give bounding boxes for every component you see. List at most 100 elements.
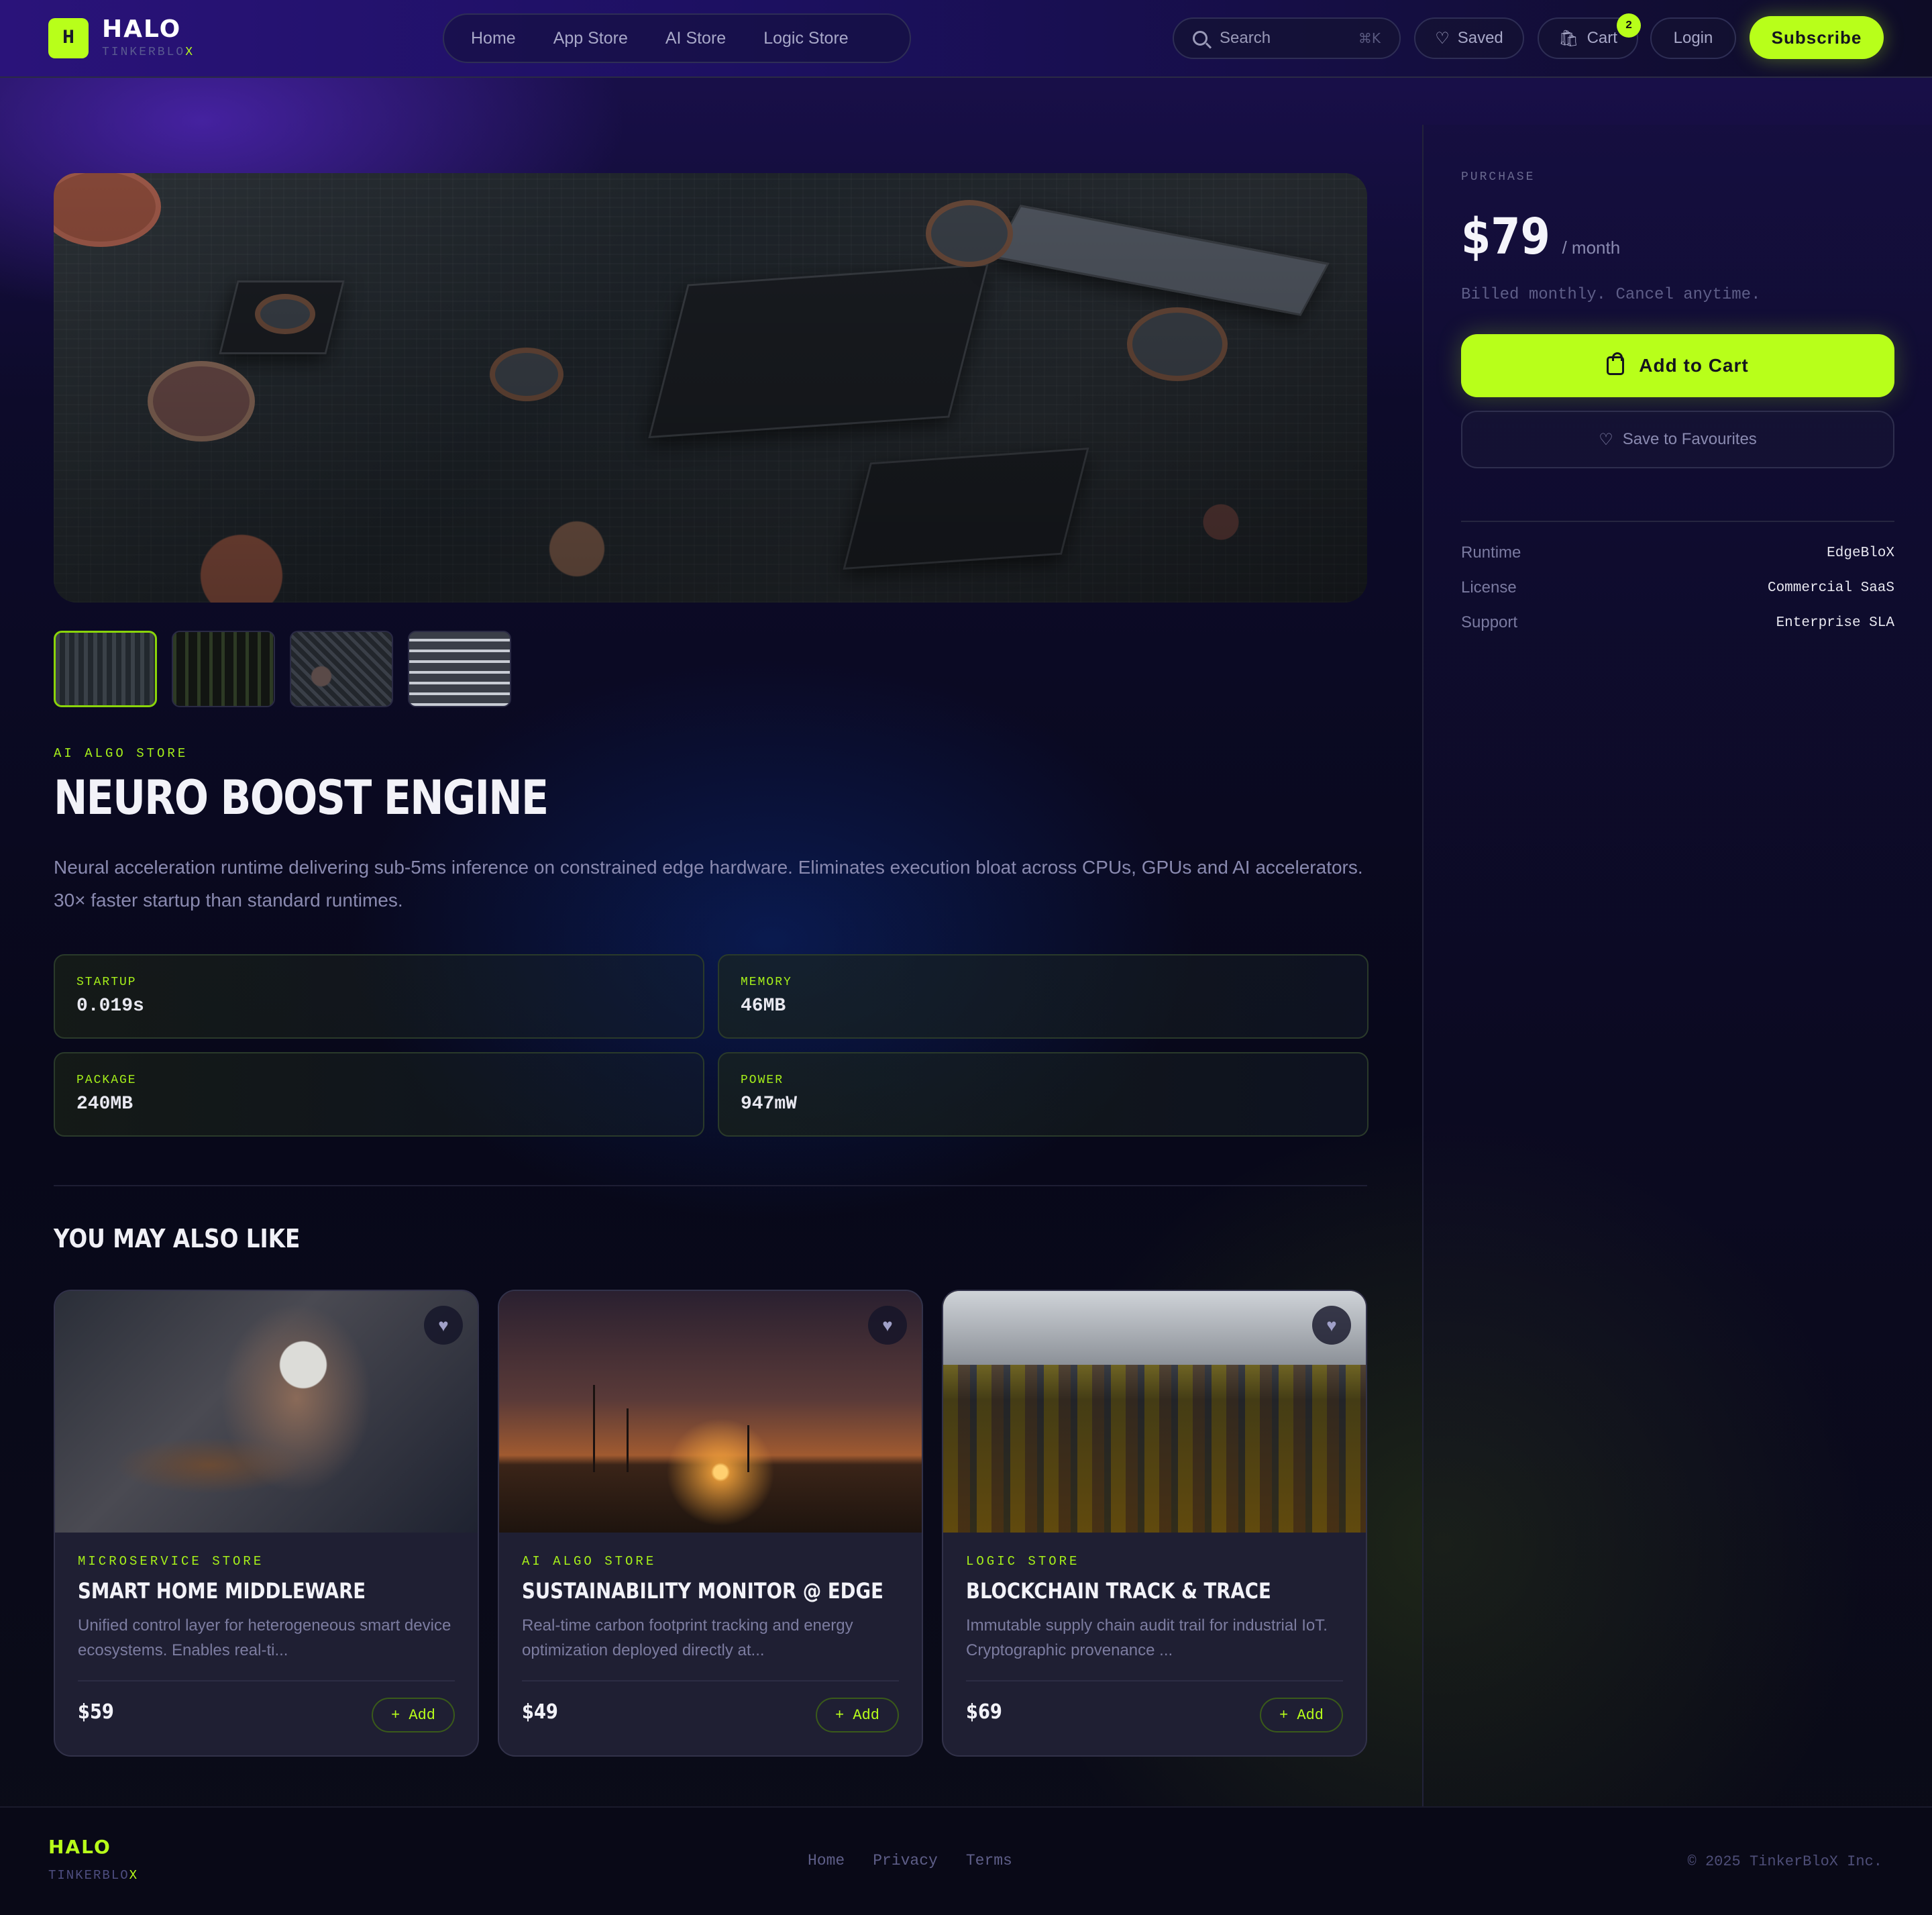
add-button[interactable]: + Add (372, 1698, 455, 1732)
card-title: SUSTAINABILITY MONITOR @ EDGE (522, 1578, 883, 1604)
stat-card: STARTUP 0.019s (54, 954, 704, 1039)
card-description: Immutable supply chain audit trail for i… (966, 1616, 1328, 1659)
product-category: AI ALGO STORE (54, 746, 189, 761)
card-category: LOGIC STORE (966, 1554, 1080, 1569)
product-title: NEURO BOOST ENGINE (54, 770, 549, 825)
spec-value: Commercial SaaS (1767, 580, 1894, 596)
saved-label: Saved (1457, 29, 1503, 47)
product-description: Neural acceleration runtime delivering s… (54, 857, 1363, 911)
price-period: / month (1562, 238, 1621, 258)
product-card[interactable]: ♥ LOGIC STORE BLOCKCHAIN TRACK & TRACE I… (942, 1290, 1367, 1757)
brand-logo[interactable]: H HALO TINKERBLOX (48, 17, 195, 59)
footer-link-home[interactable]: Home (808, 1852, 845, 1869)
stat-card: MEMORY 46MB (718, 954, 1368, 1039)
billing-note: Billed monthly. Cancel anytime. (1461, 286, 1761, 304)
card-price: $69 (966, 1700, 1002, 1724)
saved-button[interactable]: ♡ Saved (1414, 17, 1524, 59)
spec-value: Enterprise SLA (1776, 615, 1894, 631)
search-placeholder: Search (1220, 29, 1271, 47)
favorite-heart-icon[interactable]: ♥ (868, 1306, 907, 1345)
card-divider (966, 1680, 1343, 1681)
save-label: Save to Favourites (1622, 430, 1757, 448)
card-description: Unified control layer for heterogeneous … (78, 1616, 451, 1659)
spec-label: Support (1461, 613, 1518, 631)
main-nav: Home App Store AI Store Logic Store (443, 13, 911, 63)
stat-label: PACKAGE (76, 1074, 137, 1087)
cart-label: Cart (1587, 29, 1617, 47)
search-shortcut: ⌘K (1358, 30, 1381, 46)
search-input[interactable]: Search ⌘K (1173, 17, 1401, 59)
logo-subtitle: TINKERBLOX (102, 46, 195, 59)
login-label: Login (1673, 29, 1713, 47)
stat-card: POWER 947mW (718, 1052, 1368, 1137)
stat-value: 240MB (76, 1094, 133, 1115)
spec-label: Runtime (1461, 544, 1521, 562)
card-image (943, 1291, 1366, 1533)
add-to-cart-button[interactable]: Add to Cart (1461, 334, 1894, 397)
price-amount: $79 (1461, 208, 1550, 266)
cart-count-badge: 2 (1617, 13, 1641, 38)
footer-links: Home Privacy Terms (808, 1852, 1012, 1869)
product-card[interactable]: ♥ AI ALGO STORE SUSTAINABILITY MONITOR @… (498, 1290, 923, 1757)
add-button[interactable]: + Add (1260, 1698, 1343, 1732)
stat-value: 46MB (741, 996, 786, 1017)
login-button[interactable]: Login (1650, 17, 1736, 59)
thumbnail-strip (54, 631, 511, 707)
stat-label: STARTUP (76, 976, 137, 989)
thumbnail-4[interactable] (408, 631, 511, 707)
logo-title: HALO (102, 15, 182, 43)
spec-value: EdgeBloX (1827, 545, 1894, 561)
copyright: © 2025 TinkerBloX Inc. (1687, 1853, 1882, 1870)
spec-row: License Commercial SaaS (1461, 578, 1894, 597)
thumbnail-3[interactable] (290, 631, 393, 707)
nav-home[interactable]: Home (458, 29, 540, 48)
card-divider (522, 1680, 899, 1681)
footer-logo-subtitle: TINKERBLOX (48, 1868, 139, 1883)
stat-label: POWER (741, 1074, 784, 1087)
save-to-favourites-button[interactable]: ♡ Save to Favourites (1461, 411, 1894, 468)
spec-row: Support Enterprise SLA (1461, 613, 1894, 632)
nav-ai-store[interactable]: AI Store (652, 29, 750, 48)
stat-label: MEMORY (741, 976, 792, 989)
subscribe-button[interactable]: Subscribe (1750, 16, 1884, 59)
footer: HALO TINKERBLOX Home Privacy Terms © 202… (0, 1806, 1932, 1915)
footer-logo[interactable]: HALO (48, 1836, 111, 1858)
search-icon (1193, 31, 1208, 46)
nav-app-store[interactable]: App Store (540, 29, 652, 48)
card-divider (78, 1680, 455, 1681)
card-image (499, 1291, 922, 1533)
top-navbar: H HALO TINKERBLOX Home App Store AI Stor… (0, 0, 1932, 78)
favorite-heart-icon[interactable]: ♥ (1312, 1306, 1351, 1345)
cart-button[interactable]: 🛍 Cart 2 (1538, 13, 1641, 59)
heart-icon: ♡ (1599, 430, 1613, 449)
stat-card: PACKAGE 240MB (54, 1052, 704, 1137)
card-category: AI ALGO STORE (522, 1554, 657, 1569)
section-divider (54, 1185, 1367, 1186)
bag-icon (1607, 352, 1625, 375)
footer-link-privacy[interactable]: Privacy (873, 1852, 938, 1869)
card-price: $49 (522, 1700, 558, 1724)
price-block: $79 / month (1461, 208, 1620, 266)
purchase-eyebrow: PURCHASE (1461, 170, 1536, 184)
thumbnail-2[interactable] (172, 631, 275, 707)
thumbnail-1[interactable] (54, 631, 157, 707)
bag-icon: 🛍 (1558, 29, 1579, 48)
hero-overlay (54, 173, 1367, 603)
product-card[interactable]: ♥ MICROSERVICE STORE SMART HOME MIDDLEWA… (54, 1290, 479, 1757)
card-category: MICROSERVICE STORE (78, 1554, 264, 1569)
add-button[interactable]: + Add (816, 1698, 899, 1732)
add-to-cart-label: Add to Cart (1639, 355, 1749, 376)
card-title: BLOCKCHAIN TRACK & TRACE (966, 1578, 1271, 1604)
footer-link-terms[interactable]: Terms (966, 1852, 1012, 1869)
heart-icon: ♡ (1435, 29, 1450, 48)
card-title: SMART HOME MIDDLEWARE (78, 1578, 366, 1604)
card-description: Real-time carbon footprint tracking and … (522, 1616, 853, 1659)
card-price: $59 (78, 1700, 114, 1724)
spec-row: Runtime EdgeBloX (1461, 544, 1894, 562)
card-image (55, 1291, 478, 1533)
product-hero-image[interactable] (54, 173, 1367, 603)
related-heading: YOU MAY ALSO LIKE (54, 1224, 301, 1253)
logo-mark: H (48, 18, 89, 58)
favorite-heart-icon[interactable]: ♥ (424, 1306, 463, 1345)
nav-logic-store[interactable]: Logic Store (750, 29, 872, 48)
